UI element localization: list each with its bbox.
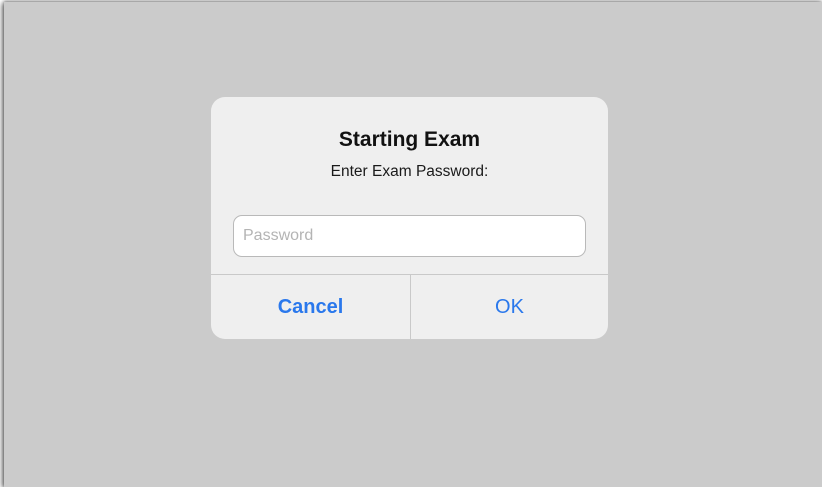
screen-backdrop: Starting Exam Enter Exam Password: Cance… [4, 2, 822, 487]
dialog-title: Starting Exam [338, 128, 481, 151]
dialog-message: Enter Exam Password: [330, 163, 489, 180]
password-input[interactable] [233, 215, 586, 257]
ok-button[interactable]: OK [411, 275, 608, 339]
password-alert-dialog: Starting Exam Enter Exam Password: Cance… [211, 97, 608, 339]
cancel-button[interactable]: Cancel [211, 275, 410, 339]
